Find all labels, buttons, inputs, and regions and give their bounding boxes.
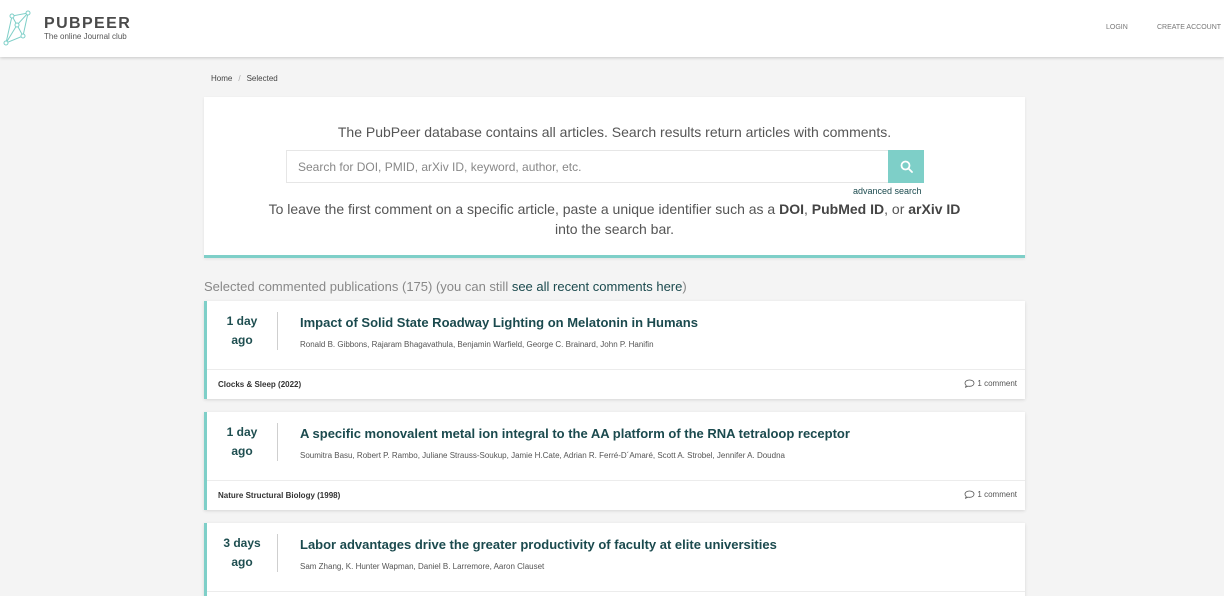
help-doi: DOI <box>779 201 804 217</box>
recent-comments-link[interactable]: see all recent comments here <box>512 279 683 294</box>
help-pubmed-id: PubMed ID <box>811 201 885 217</box>
help-text-or: , or <box>884 201 909 217</box>
help-text-end: into the search bar. <box>554 221 675 237</box>
create-account-link[interactable]: CREATE ACCOUNT <box>1157 24 1221 31</box>
publications-heading: Selected commented publications (175) (y… <box>204 279 687 294</box>
publication-journal: Clocks & Sleep (2022) <box>218 380 302 389</box>
publication-card[interactable]: 1 day ago A specific monovalent metal io… <box>204 412 1025 510</box>
brand-tagline: The online Journal club <box>44 32 127 41</box>
brand-name[interactable]: PUBPEER <box>44 15 131 33</box>
publication-card[interactable]: 3 days ago Labor advantages drive the gr… <box>204 523 1025 596</box>
publication-authors: Sam Zhang, K. Hunter Wapman, Daniel B. L… <box>300 562 545 571</box>
heading-text: Selected commented publications (175) (y… <box>204 279 512 294</box>
time-value: 1 day <box>226 425 258 439</box>
help-text-comma: , <box>804 201 812 217</box>
comment-count-text: 1 comment <box>977 490 1017 499</box>
time-unit: ago <box>231 444 253 458</box>
heading-close: ) <box>682 279 687 294</box>
help-text-start: To leave the first comment on a specific… <box>268 201 780 217</box>
time-value: 3 days <box>223 536 261 550</box>
help-arxiv-id: arXiv ID <box>908 201 961 217</box>
publication-card[interactable]: 1 day ago Impact of Solid State Roadway … <box>204 301 1025 399</box>
search-panel: The PubPeer database contains all articl… <box>204 97 1025 258</box>
publication-time: 3 days ago <box>207 534 278 572</box>
search-input[interactable] <box>286 150 889 183</box>
comment-bubble-icon <box>965 490 975 499</box>
search-button[interactable] <box>888 150 924 183</box>
comment-count[interactable]: 1 comment <box>964 490 1017 499</box>
publication-footer: Nature Structural Biology (1998) 1 comme… <box>207 480 1025 509</box>
top-navbar: PUBPEER The online Journal club LOGIN CR… <box>0 0 1224 57</box>
advanced-search-link[interactable]: advanced search <box>853 186 922 196</box>
publication-title[interactable]: A specific monovalent metal ion integral… <box>300 426 1010 441</box>
publication-time: 1 day ago <box>207 423 278 461</box>
login-link[interactable]: LOGIN <box>1106 24 1128 31</box>
comment-bubble-icon <box>965 379 975 388</box>
breadcrumb-home[interactable]: Home <box>211 74 232 83</box>
publication-title[interactable]: Impact of Solid State Roadway Lighting o… <box>300 315 1010 330</box>
publication-time: 1 day ago <box>207 312 278 350</box>
publication-authors: Soumitra Basu, Robert P. Rambo, Juliane … <box>300 451 785 460</box>
search-intro-text: The PubPeer database contains all articl… <box>337 124 892 140</box>
comment-count-text: 1 comment <box>977 379 1017 388</box>
publication-title[interactable]: Labor advantages drive the greater produ… <box>300 537 1010 552</box>
breadcrumb-separator: / <box>238 74 241 83</box>
breadcrumb-current: Selected <box>246 74 278 83</box>
pubpeer-logo-icon[interactable] <box>3 10 31 46</box>
time-unit: ago <box>231 555 253 569</box>
search-help-text: To leave the first comment on a specific… <box>264 199 965 239</box>
publication-authors: Ronald B. Gibbons, Rajaram Bhagavathula,… <box>300 340 654 349</box>
publication-journal: Nature Structural Biology (1998) <box>218 491 341 500</box>
publication-footer <box>207 591 1025 596</box>
time-value: 1 day <box>226 314 258 328</box>
breadcrumb: Home / Selected <box>211 74 278 83</box>
time-unit: ago <box>231 333 253 347</box>
publication-footer: Clocks & Sleep (2022) 1 comment <box>207 369 1025 398</box>
search-icon <box>900 160 913 173</box>
comment-count[interactable]: 1 comment <box>964 379 1017 388</box>
